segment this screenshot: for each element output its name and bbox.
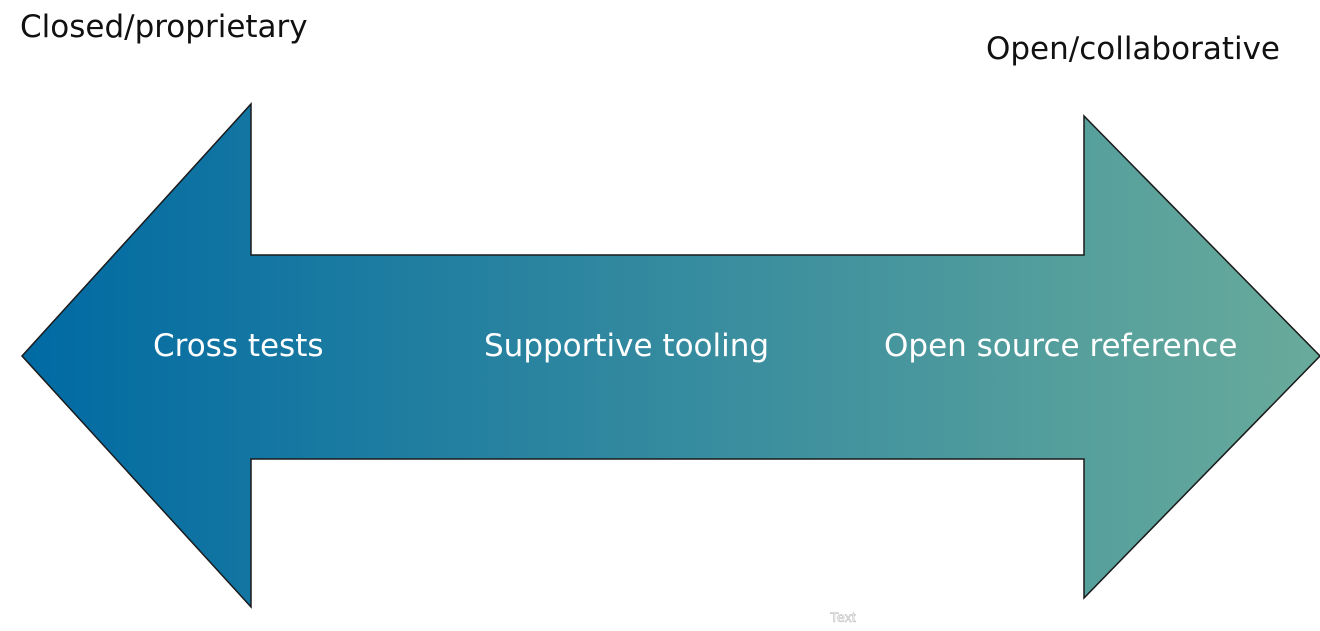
placeholder-text: Text [830,609,856,625]
stage-supportive-tooling: Supportive tooling [484,328,770,364]
double-headed-arrow [20,102,1320,609]
stage-open-source-reference: Open source reference [884,328,1238,364]
stage-cross-tests: Cross tests [153,328,324,364]
